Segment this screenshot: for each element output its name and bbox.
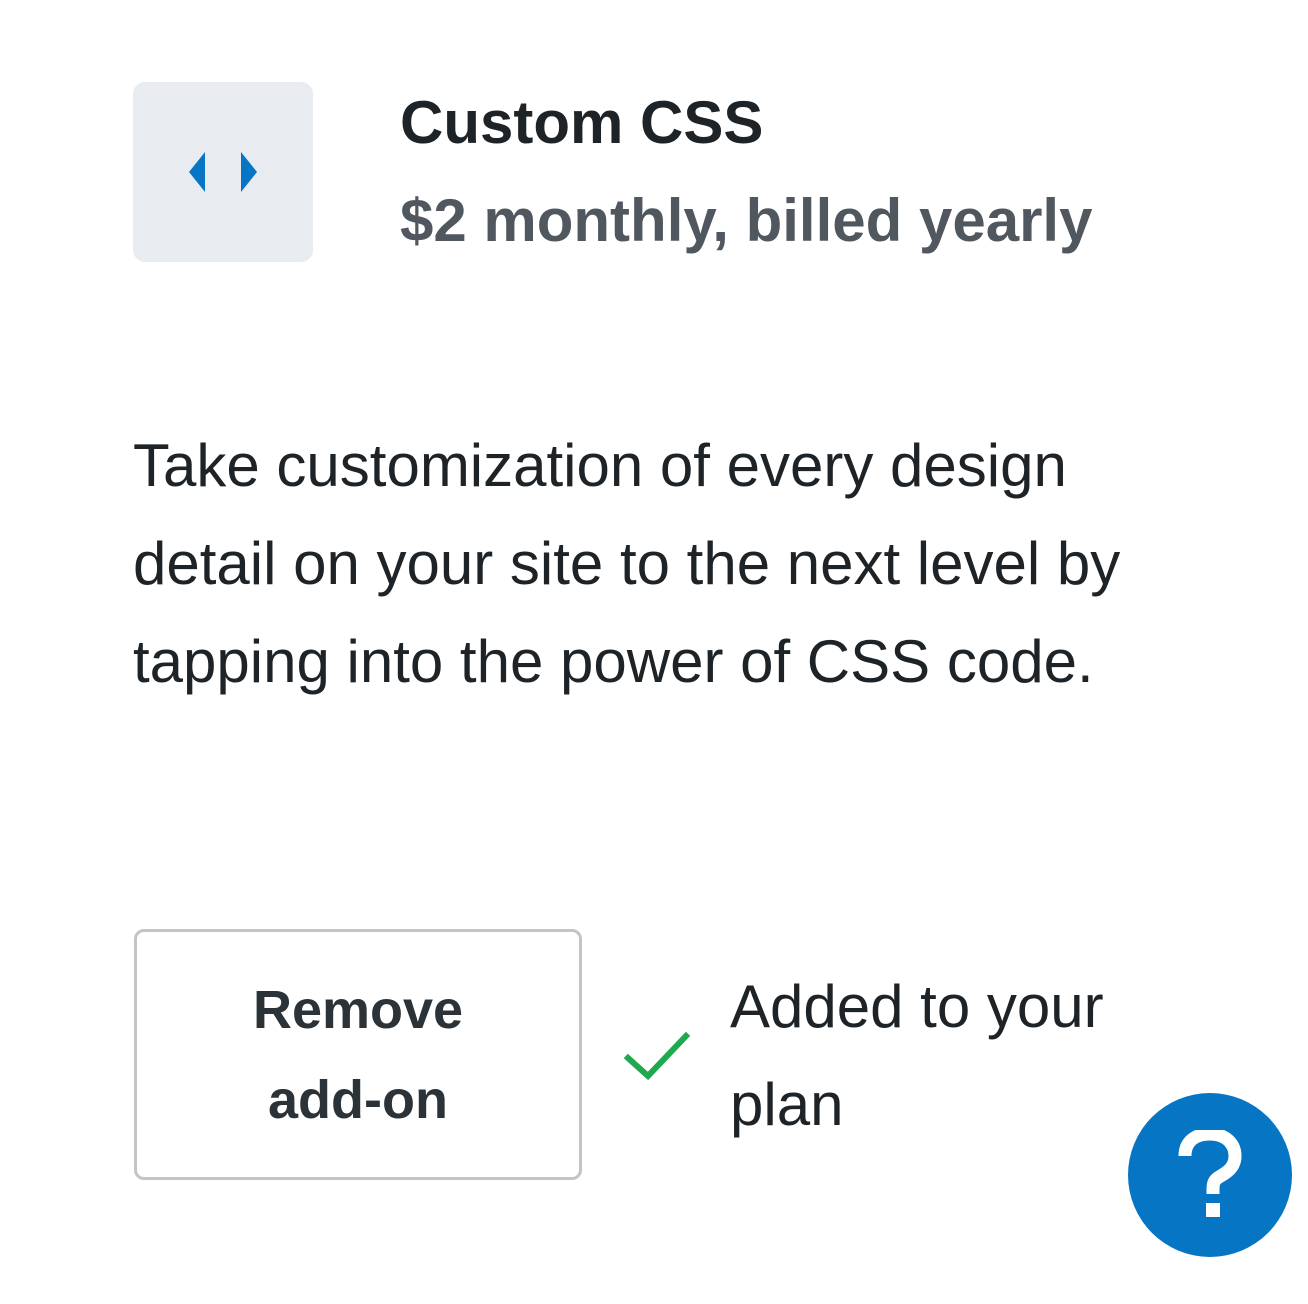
added-to-plan-status: Added to your plan [730,973,1104,1138]
help-button[interactable] [1128,1093,1292,1257]
remove-addon-button[interactable]: Remove add-on [134,929,582,1180]
checkmark-icon [623,1031,690,1081]
question-mark-icon [1178,1130,1242,1217]
code-arrows-icon [189,152,257,192]
addon-icon-tile [133,82,313,262]
addon-description: Take customization of every design detai… [133,432,1121,695]
addon-title: Custom CSS [400,89,764,156]
addon-price: $2 monthly, billed yearly [400,187,1093,254]
